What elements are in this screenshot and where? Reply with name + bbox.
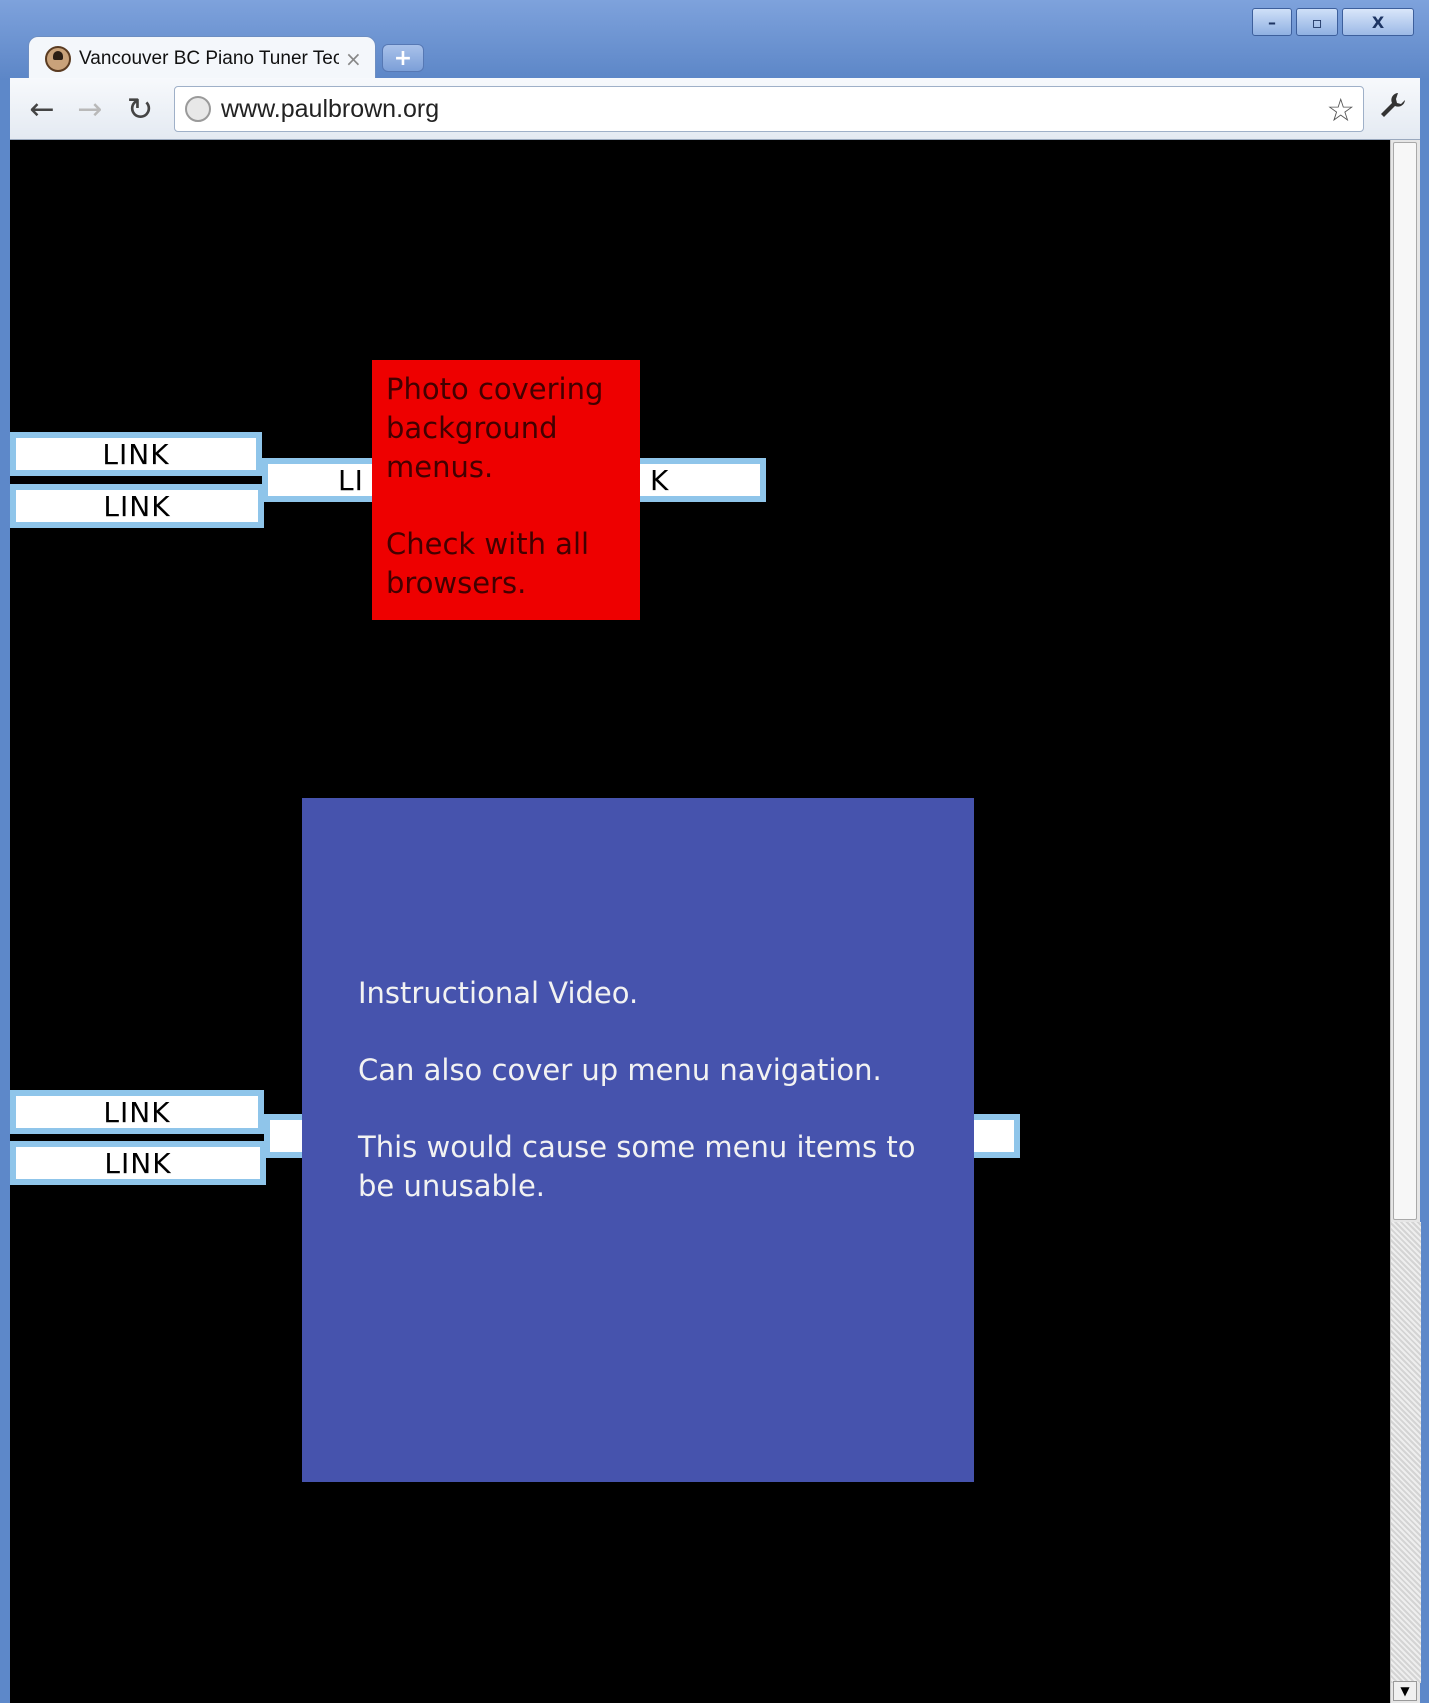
back-button[interactable]: ← [24, 91, 60, 127]
plus-icon: + [393, 45, 413, 71]
new-tab-button[interactable]: + [382, 44, 424, 72]
menu-link[interactable]: LINK [10, 484, 264, 528]
chevron-down-icon: ▼ [1400, 1684, 1410, 1698]
address-bar[interactable]: www.paulbrown.org ☆ [174, 86, 1364, 132]
title-bar: – ▫ X Vancouver BC Piano Tuner Tec × + [0, 0, 1429, 80]
url-text[interactable]: www.paulbrown.org [221, 95, 439, 124]
video-caption-2: Can also cover up menu navigation. [358, 1053, 882, 1087]
reload-button[interactable]: ↻ [122, 90, 158, 128]
maximize-button[interactable]: ▫ [1296, 8, 1338, 36]
video-placeholder[interactable]: Instructional Video. Can also cover up m… [302, 798, 974, 1482]
forward-button[interactable]: → [72, 91, 108, 127]
browser-window: – ▫ X Vancouver BC Piano Tuner Tec × + ←… [0, 0, 1429, 1703]
scrollbar-thumb[interactable] [1393, 142, 1417, 1220]
menu-link[interactable]: LINK [10, 432, 262, 476]
minimize-button[interactable]: – [1252, 8, 1292, 36]
close-window-button[interactable]: X [1342, 8, 1414, 36]
browser-tab[interactable]: Vancouver BC Piano Tuner Tec × [28, 36, 376, 80]
menu-link[interactable]: LINK [10, 1141, 266, 1185]
video-caption-1: Instructional Video. [358, 976, 639, 1010]
close-icon[interactable]: × [345, 47, 362, 71]
photo-caption-2: Check with all browsers. [386, 527, 590, 600]
photo-placeholder: Photo covering background menus. Check w… [372, 360, 640, 620]
photo-caption-1: Photo covering background menus. [386, 372, 604, 484]
vertical-scrollbar[interactable]: ▼ [1390, 140, 1421, 1703]
menu-link[interactable]: LINK [10, 1090, 264, 1134]
scroll-down-button[interactable]: ▼ [1393, 1681, 1417, 1701]
reload-icon: ↻ [126, 90, 154, 128]
menu-link[interactable]: K [630, 458, 766, 502]
forward-icon: → [77, 91, 103, 127]
star-icon[interactable]: ☆ [1326, 91, 1355, 129]
wrench-icon-graphic [1381, 93, 1405, 117]
back-icon: ← [29, 91, 55, 127]
video-caption-3: This would cause some menu items to be u… [358, 1130, 916, 1203]
favicon-icon [45, 45, 71, 72]
wrench-icon[interactable] [1378, 90, 1408, 128]
scrollbar-track[interactable] [1391, 1222, 1421, 1683]
tab-title: Vancouver BC Piano Tuner Tec [79, 47, 339, 69]
toolbar: ← → ↻ www.paulbrown.org ☆ [10, 78, 1420, 140]
globe-icon [185, 96, 211, 122]
page-viewport: LINK LINK LI K Photo covering background… [10, 140, 1390, 1703]
